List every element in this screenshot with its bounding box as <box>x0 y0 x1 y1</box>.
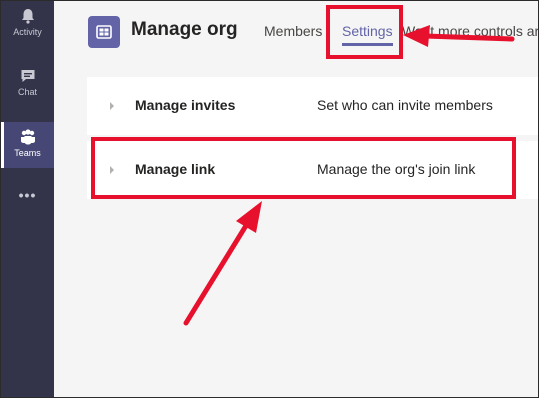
tab-settings[interactable]: Settings <box>342 23 393 46</box>
rail-item-chat[interactable]: Chat <box>1 67 54 117</box>
org-icon <box>88 16 120 48</box>
settings-row-manage-link[interactable]: Manage link Manage the org's join link <box>87 141 538 199</box>
org-settings-icon <box>96 25 112 39</box>
page-title: Manage org <box>131 19 238 40</box>
teams-icon <box>20 129 35 145</box>
bell-icon <box>21 9 34 24</box>
settings-list: Manage invites Set who can invite member… <box>54 61 538 397</box>
rail-item-label: Teams <box>14 148 41 158</box>
rail-item-label: Chat <box>17 87 37 97</box>
tab-members[interactable]: Members <box>264 23 322 39</box>
chevron-right-icon <box>110 102 114 110</box>
more-apps-icon[interactable]: ••• <box>1 187 54 203</box>
row-description: Manage the org's join link <box>317 161 476 177</box>
row-title: Manage link <box>135 161 216 177</box>
chevron-right-icon <box>110 166 114 174</box>
page-header: Manage org Members Settings Want more co… <box>54 1 538 61</box>
rail-item-activity[interactable]: Activity <box>1 7 54 57</box>
rail-item-label: Activity <box>13 27 42 37</box>
app-rail: Activity Chat Teams ••• <box>1 1 54 397</box>
settings-row-manage-invites[interactable]: Manage invites Set who can invite member… <box>87 77 538 135</box>
tab-want-more-controls[interactable]: Want more controls ar <box>402 23 538 39</box>
rail-item-teams[interactable]: Teams <box>1 122 54 168</box>
chat-icon <box>21 70 34 82</box>
app-window: Activity Chat Teams ••• Manage org Membe… <box>0 0 539 398</box>
row-description: Set who can invite members <box>317 97 493 113</box>
row-title: Manage invites <box>135 97 236 113</box>
